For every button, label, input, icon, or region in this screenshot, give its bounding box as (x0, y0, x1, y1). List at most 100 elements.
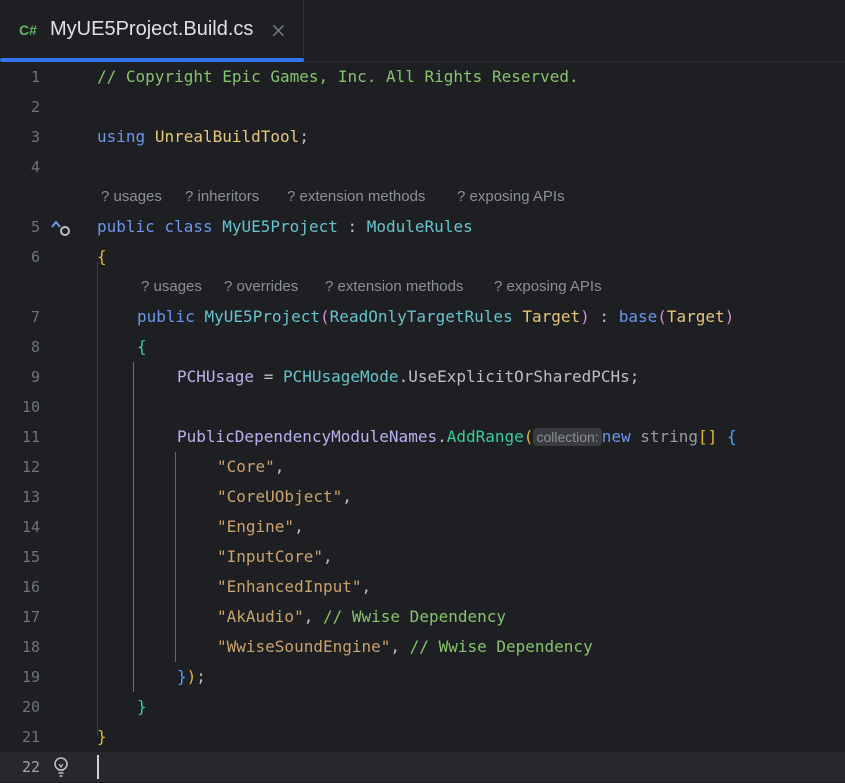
lightbulb-icon[interactable] (52, 756, 70, 778)
line-number: 14 (21, 518, 40, 536)
string-literal: "InputCore" (217, 547, 323, 566)
brace: } (97, 727, 107, 746)
operator: = (254, 367, 283, 386)
line-number: 12 (21, 458, 40, 476)
punctuation: , (274, 457, 285, 476)
code-editor[interactable]: 1 // Copyright Epic Games, Inc. All Righ… (0, 62, 845, 783)
line-number: 3 (30, 128, 40, 146)
line-number: 6 (30, 248, 40, 266)
tab-build-cs[interactable]: C# MyUE5Project.Build.cs × (0, 0, 304, 62)
implemented-override-icon[interactable] (50, 218, 72, 238)
code-line[interactable]: 8 { (0, 332, 845, 362)
close-icon[interactable]: × (270, 18, 287, 42)
punctuation: : (589, 307, 619, 326)
inheritors-hint[interactable]: ? inheritors (185, 188, 259, 205)
punctuation: , (322, 547, 333, 566)
code-line[interactable]: 13 "CoreUObject", (0, 482, 845, 512)
keyword: public (137, 307, 195, 326)
line-number: 16 (21, 578, 40, 596)
code-line[interactable]: 5 public class MyUE5Project : ModuleRule… (0, 212, 845, 242)
brace: { (726, 427, 737, 446)
code-line[interactable]: 20 } (0, 692, 845, 722)
code-line[interactable]: 15 "InputCore", (0, 542, 845, 572)
punctuation: , (361, 577, 372, 596)
line-number: 7 (30, 308, 40, 326)
line-number: 22 (21, 758, 40, 776)
punctuation: , (342, 487, 352, 506)
namespace-name: UnrealBuildTool (154, 127, 300, 146)
code-line[interactable]: 16 "EnhancedInput", (0, 572, 845, 602)
keyword: public (97, 217, 155, 236)
string-literal: "AkAudio" (217, 607, 304, 626)
line-number: 18 (21, 638, 40, 656)
paren: ) (186, 667, 197, 686)
line-number: 4 (30, 158, 40, 176)
keyword: using (97, 127, 146, 146)
comment: // Wwise Dependency (409, 637, 593, 656)
brace: } (137, 697, 147, 716)
tab-title[interactable]: MyUE5Project.Build.cs (50, 18, 253, 41)
constructor-name: MyUE5Project (204, 307, 321, 326)
code-vision-row: ? usages ? inheritors ? extension method… (0, 182, 845, 212)
code-line[interactable]: 4 (0, 152, 845, 182)
punctuation: . (437, 427, 447, 446)
code-line[interactable]: 9 PCHUsage = PCHUsageMode.UseExplicitOrS… (0, 362, 845, 392)
comment: // Copyright Epic Games, Inc. All Rights… (97, 67, 579, 86)
argument-name: Target (666, 307, 725, 326)
code-line[interactable]: 6 { (0, 242, 845, 272)
usages-hint[interactable]: ? usages (141, 278, 202, 295)
code-line[interactable]: 2 (0, 92, 845, 122)
paren: ( (320, 307, 330, 326)
enum-name: PCHUsageMode (282, 367, 399, 386)
code-line[interactable]: 1 // Copyright Epic Games, Inc. All Righ… (0, 62, 845, 92)
keyword: new (601, 427, 631, 446)
enum-member: .UseExplicitOrSharedPCHs; (398, 367, 640, 386)
line-number: 1 (30, 68, 40, 86)
paren: ) (580, 307, 590, 326)
property-name: PCHUsage (177, 367, 255, 386)
line-number: 10 (21, 398, 40, 416)
line-number: 15 (21, 548, 40, 566)
exposing-apis-hint[interactable]: ? exposing APIs (494, 278, 602, 295)
line-number: 19 (21, 668, 40, 686)
brace: { (97, 247, 107, 266)
code-line[interactable]: 7 public MyUE5Project(ReadOnlyTargetRule… (0, 302, 845, 332)
punctuation: , (390, 637, 401, 656)
code-line[interactable]: 18 "WwiseSoundEngine", // Wwise Dependen… (0, 632, 845, 662)
paren: ( (523, 427, 534, 446)
code-line[interactable]: 21 } (0, 722, 845, 752)
code-vision-row: ? usages ? overrides ? extension methods… (0, 272, 845, 302)
code-line[interactable]: 3 using UnrealBuildTool; (0, 122, 845, 152)
line-number: 20 (21, 698, 40, 716)
type-name: ReadOnlyTargetRules (329, 307, 513, 326)
line-number: 11 (21, 428, 40, 446)
base-class-name: ModuleRules (366, 217, 473, 236)
property-name: PublicDependencyModuleNames (177, 427, 438, 446)
string-literal: "CoreUObject" (217, 487, 343, 506)
code-line[interactable]: 14 "Engine", (0, 512, 845, 542)
overrides-hint[interactable]: ? overrides (224, 278, 298, 295)
code-line[interactable]: 11 PublicDependencyModuleNames.AddRange(… (0, 422, 845, 452)
text-caret (97, 755, 99, 779)
code-line[interactable]: 19 }); (0, 662, 845, 692)
extension-methods-hint[interactable]: ? extension methods (325, 278, 463, 295)
brackets: [] (698, 427, 718, 446)
string-literal: "WwiseSoundEngine" (217, 637, 391, 656)
method-name: AddRange (446, 427, 524, 446)
exposing-apis-hint[interactable]: ? exposing APIs (457, 188, 565, 205)
extension-methods-hint[interactable]: ? extension methods (287, 188, 425, 205)
type-keyword: string (640, 427, 699, 446)
usages-hint[interactable]: ? usages (101, 188, 162, 205)
code-line[interactable]: 12 "Core", (0, 452, 845, 482)
code-line[interactable]: 10 (0, 392, 845, 422)
string-literal: "EnhancedInput" (217, 577, 362, 596)
brace: } (177, 667, 187, 686)
punctuation: , (294, 517, 304, 536)
code-line-current[interactable]: 22 (0, 752, 845, 782)
paren: ) (724, 307, 735, 326)
punctuation: , (303, 607, 314, 626)
code-line[interactable]: 17 "AkAudio", // Wwise Dependency (0, 602, 845, 632)
keyword: base (618, 307, 658, 326)
string-literal: "Core" (217, 457, 275, 476)
comment: // Wwise Dependency (322, 607, 507, 626)
